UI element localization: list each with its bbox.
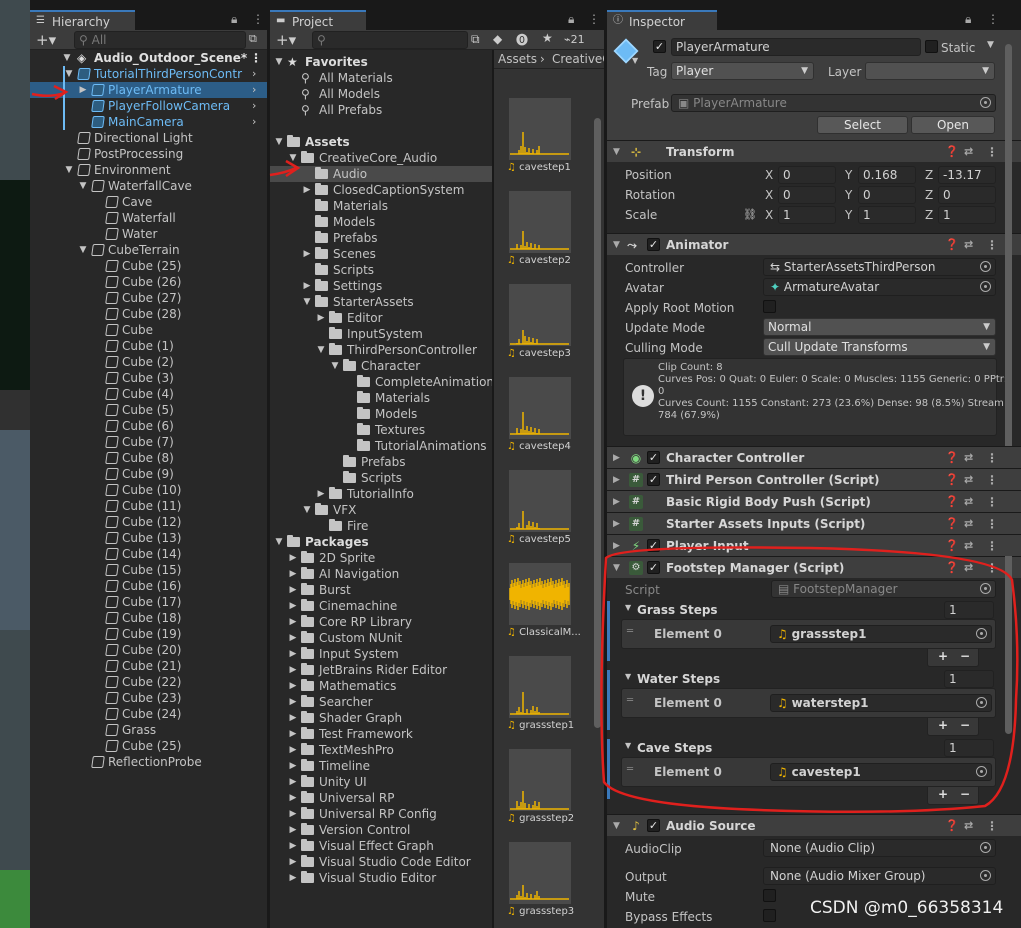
red-arrow-project xyxy=(269,159,301,178)
watermark: CSDN @m0_66358314 xyxy=(810,898,1004,918)
red-circle-footstep xyxy=(600,546,1019,814)
annotation-overlay xyxy=(31,84,1019,814)
red-arrow-hierarchy xyxy=(31,84,69,101)
